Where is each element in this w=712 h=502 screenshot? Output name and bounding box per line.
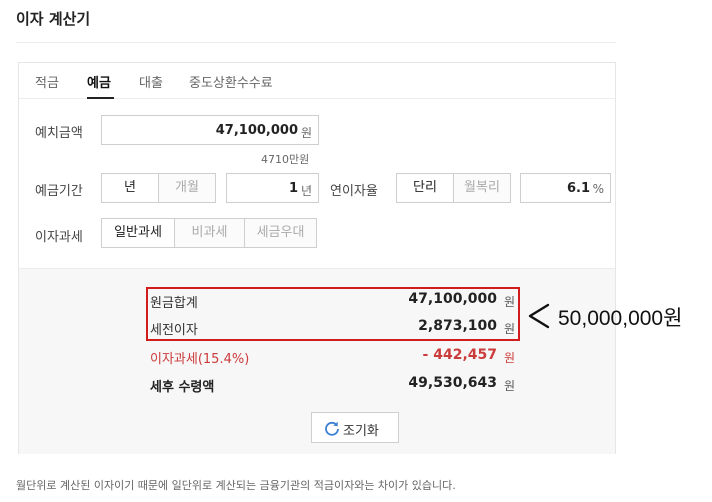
- highlight-box: [146, 287, 520, 341]
- deposit-period-field[interactable]: 1 년: [226, 173, 319, 203]
- net-receipt-label: 세후 수령액: [150, 380, 215, 395]
- annotation-text: 50,000,000원: [558, 307, 683, 330]
- annual-rate-field[interactable]: 6.1 %: [520, 173, 611, 203]
- active-tab-underline: [87, 97, 114, 99]
- deposit-amount-value: 47,100,000: [215, 123, 298, 138]
- tab-bar: 적금 예금 대출 중도상환수수료: [19, 63, 615, 99]
- rate-type-monthly-compound[interactable]: 월복리: [453, 173, 511, 203]
- refresh-icon: [325, 421, 339, 436]
- interest-tax-label: 이자과세: [35, 230, 83, 245]
- annual-rate-value: 6.1: [566, 181, 590, 196]
- deposit-period-unit: 년: [300, 184, 312, 198]
- deposit-amount-hint: 4710만원: [261, 153, 310, 166]
- annual-rate-unit: %: [592, 182, 604, 196]
- tab-loan[interactable]: 대출: [139, 72, 163, 91]
- tab-early-repayment-fee[interactable]: 중도상환수수료: [189, 72, 273, 91]
- period-unit-month[interactable]: 개월: [158, 173, 216, 203]
- deposit-amount-label: 예치금액: [35, 126, 83, 141]
- deposit-amount-field[interactable]: 47,100,000 원: [101, 115, 319, 145]
- interest-tax-result-unit: 원: [504, 351, 516, 365]
- tax-option-exempt[interactable]: 비과세: [174, 218, 245, 248]
- net-receipt-value: 49,530,643: [408, 375, 497, 391]
- interest-tax-result-label: 이자과세(15.4%): [150, 352, 250, 367]
- tab-deposit[interactable]: 예금: [87, 72, 111, 91]
- deposit-amount-unit: 원: [300, 126, 312, 140]
- annual-rate-label: 연이자율: [330, 184, 378, 199]
- title-divider: [16, 42, 616, 43]
- footnote: 월단위로 계산된 이자이기 때문에 일단위로 계산되는 금융기관의 적금이자와는…: [16, 479, 456, 492]
- reset-button-label: 조기화: [343, 424, 379, 439]
- calculator-card: 적금 예금 대출 중도상환수수료 예치금액 47,100,000 원 4710만…: [18, 62, 616, 454]
- deposit-period-value: 1: [288, 181, 298, 196]
- interest-tax-result-value: - 442,457: [422, 347, 497, 363]
- less-than-annotation-icon: [528, 303, 550, 329]
- app-title: 이자 계산기: [16, 10, 91, 28]
- deposit-period-label: 예금기간: [35, 184, 83, 199]
- tax-option-preferential[interactable]: 세금우대: [244, 218, 317, 248]
- net-receipt-unit: 원: [504, 379, 516, 393]
- tab-installment-savings[interactable]: 적금: [35, 72, 59, 91]
- rate-type-simple[interactable]: 단리: [396, 173, 454, 203]
- period-unit-year[interactable]: 년: [101, 173, 159, 203]
- reset-button[interactable]: 조기화: [311, 412, 399, 443]
- tax-option-general[interactable]: 일반과세: [101, 218, 175, 248]
